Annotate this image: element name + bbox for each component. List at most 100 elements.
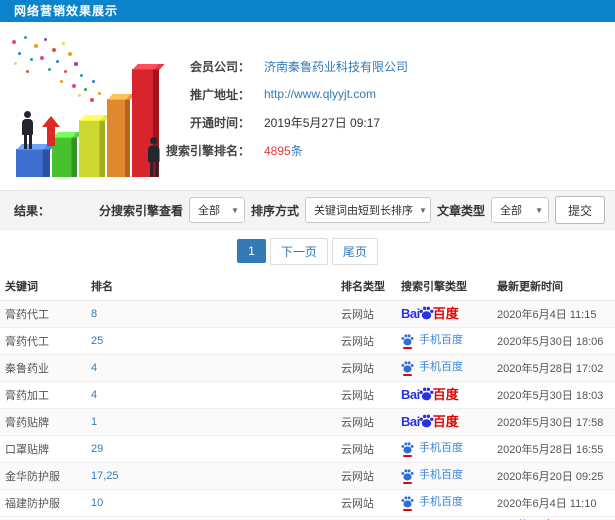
confetti-dot [78, 94, 81, 97]
rank-cell: 4 [86, 354, 336, 382]
mobile-baidu-label: 手机百度 [419, 496, 463, 508]
article-type-select[interactable]: 全部 ▼ [490, 197, 549, 223]
person-torso [22, 119, 33, 135]
page-title: 网络营销效果展示 [14, 4, 119, 18]
pagination-item-尾页[interactable]: 尾页 [331, 237, 378, 265]
rank-type-cell: 云网站 [336, 408, 396, 436]
confetti-dot [80, 74, 83, 77]
person-head [24, 111, 31, 118]
confetti-dot [60, 80, 63, 83]
rank-type-cell: 云网站 [336, 381, 396, 409]
pagination-item-下一页[interactable]: 下一页 [269, 237, 328, 265]
engine-type-cell: 手机百度 [396, 327, 492, 355]
baidu-logo-du-text: 百度 [432, 306, 459, 321]
confetti-dot [56, 60, 59, 63]
rank-value[interactable]: 8 [91, 308, 97, 320]
confetti-dot [68, 52, 72, 56]
table-header-row: 关键词 排名 排名类型 搜索引擎类型 最新更新时间 [0, 272, 615, 301]
table-row: 膏药代工 25 云网站 手机百度 2020年5月30日 18:06 [0, 327, 615, 355]
confetti-dot [48, 68, 51, 71]
article-type-value: 全部 [499, 205, 522, 217]
engine-type-cell: Bai 百度 [396, 381, 492, 409]
mobile-baidu-logo: 手机百度 [401, 441, 463, 457]
rank-value[interactable]: 29 [91, 443, 103, 455]
mobile-baidu-paw-icon [401, 441, 414, 457]
confetti-dot [12, 40, 16, 44]
engine-filter-value: 全部 [197, 205, 220, 217]
red-underline-bar [403, 346, 412, 349]
rank-value[interactable]: 1 [91, 416, 97, 428]
updated-time-cell: 2020年6月4日 11:15 [492, 300, 615, 328]
table-row: 福建防护服 10 云网站 手机百度 2020年6月4日 11:10 [0, 489, 615, 517]
highlight-count: 4895 [264, 143, 291, 158]
rank-cell: 29 [86, 435, 336, 463]
rank-value[interactable]: 4 [91, 389, 97, 401]
rank-type-cell: 云网站 [336, 354, 396, 382]
rank-type-cell: 云网站 [336, 435, 396, 463]
info-row-open-time: 开通时间： 2019年5月27日 09:17 [150, 108, 408, 136]
baidu-paw-icon [419, 305, 434, 320]
paw-icon [401, 468, 414, 481]
page: 网络营销效果展示 会员公司： 济南秦鲁药业科技有限公司推广地址： http://ww… [0, 0, 615, 520]
mobile-baidu-paw-icon [401, 468, 414, 484]
column-header-3: 搜索引擎类型 [396, 272, 492, 301]
red-underline-bar [403, 454, 412, 457]
chevron-down-icon: ▼ [535, 205, 543, 215]
filter-bar: 结果： 分搜索引擎查看 全部 ▼ 排序方式 关键词由短到长排序 ▼ 文章类型 全… [0, 190, 615, 230]
rank-value[interactable]: 4 [91, 362, 97, 374]
rank-cell: 8 [86, 300, 336, 328]
info-row-engine-rank-count: 搜索引擎排名： 4895条 [150, 136, 408, 164]
keyword-cell: 秦鲁药业 [0, 354, 86, 382]
confetti-dot [84, 88, 87, 91]
baidu-logo-bai-text: Bai [401, 387, 420, 402]
person-legs [22, 135, 33, 149]
updated-time-cell: 2020年5月28日 16:55 [492, 435, 615, 463]
info-row-member-company: 会员公司： 济南秦鲁药业科技有限公司 [150, 52, 408, 80]
rank-value[interactable]: 17,25 [91, 470, 119, 482]
empty-cell [396, 516, 492, 520]
rank-type-cell: 云网站 [336, 489, 396, 517]
member-company-value[interactable]: 济南秦鲁药业科技有限公司 [264, 58, 408, 75]
keyword-cell: 金华防护服 [0, 462, 86, 490]
table-row: 膏药代工 8 云网站 Bai 百度 2020年6月4日 11:15 [0, 300, 615, 328]
rank-cell: 17,25 [86, 462, 336, 490]
pagination-item-1[interactable]: 1 [237, 239, 266, 263]
red-underline-bar [403, 508, 412, 511]
filter-controls: 分搜索引擎查看 全部 ▼ 排序方式 关键词由短到长排序 ▼ 文章类型 全部 ▼ … [99, 196, 605, 224]
updated-time-cell: 2020年5月30日 17:58 [492, 408, 615, 436]
confetti-dot [64, 70, 67, 73]
keyword-cell: 福建防护服 [0, 489, 86, 517]
paw-icon [401, 360, 414, 373]
engine-type-cell: Bai 百度 [396, 300, 492, 328]
confetti-dot [98, 92, 101, 95]
confetti-dot [40, 56, 44, 60]
chevron-down-icon: ▼ [231, 205, 239, 215]
confetti-dot [18, 52, 21, 55]
rank-value[interactable]: 10 [91, 497, 103, 509]
confetti-dot [34, 44, 38, 48]
result-label: 结果： [14, 203, 51, 218]
keyword-cell: 膏药加工 [0, 381, 86, 409]
submit-button[interactable]: 提交 [554, 196, 605, 224]
column-header-0: 关键词 [0, 272, 86, 301]
results-table: 关键词 排名 排名类型 搜索引擎类型 最新更新时间 膏药代工 8 云网站 Bai 百度 2020年… [0, 272, 615, 520]
member-company-label: 会员公司： [189, 59, 250, 74]
baidu-logo: Bai 百度 [401, 413, 459, 431]
rank-value[interactable]: 25 [91, 335, 103, 347]
engine-type-cell: 手机百度 [396, 462, 492, 490]
baidu-logo-du-text: 百度 [432, 387, 459, 402]
sort-select[interactable]: 关键词由短到长排序 ▼ [304, 197, 431, 223]
column-header-1: 排名 [86, 272, 336, 301]
confetti-dot [14, 62, 17, 65]
updated-time-cell: 2020年6月4日 11:10 [492, 489, 615, 517]
open-time-value: 2019年5月27日 09:17 [264, 115, 381, 130]
updated-time-cell: 2020年5月30日 18:03 [492, 381, 615, 409]
confetti-dot [62, 42, 65, 45]
engine-filter-select[interactable]: 全部 ▼ [188, 197, 245, 223]
rank-type-cell: 云网站 [336, 462, 396, 490]
confetti-dot [44, 38, 47, 41]
promo-url-value[interactable]: http://www.qlyyjt.com [264, 87, 376, 101]
rank-cell: 25 [86, 327, 336, 355]
open-time-label: 开通时间： [189, 115, 250, 130]
info-row-promo-url: 推广地址： http://www.qlyyjt.com [150, 80, 408, 108]
